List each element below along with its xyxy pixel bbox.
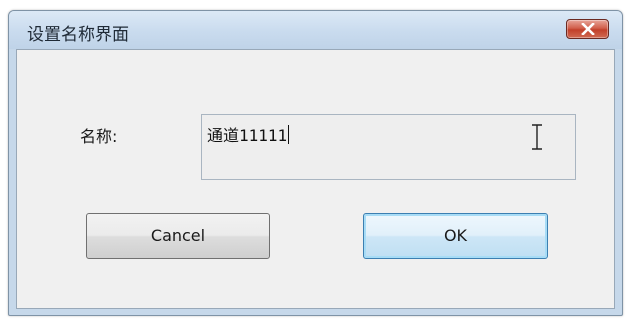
ok-button[interactable]: OK [363, 213, 548, 259]
name-input-value: 通道11111 [207, 125, 290, 145]
name-label: 名称: [80, 127, 118, 146]
dialog-window: 设置名称界面 名称: 通道11111 Cancel OK [8, 10, 623, 316]
window-title: 设置名称界面 [27, 25, 129, 45]
name-input[interactable]: 通道11111 [201, 114, 576, 180]
close-icon [581, 23, 595, 35]
text-caret [288, 125, 290, 144]
close-button[interactable] [566, 19, 609, 39]
cancel-button[interactable]: Cancel [86, 213, 270, 259]
title-bar[interactable]: 设置名称界面 [9, 11, 622, 49]
text-cursor-ibeam-icon [532, 124, 542, 150]
dialog-body: 名称: 通道11111 Cancel OK [16, 49, 615, 309]
